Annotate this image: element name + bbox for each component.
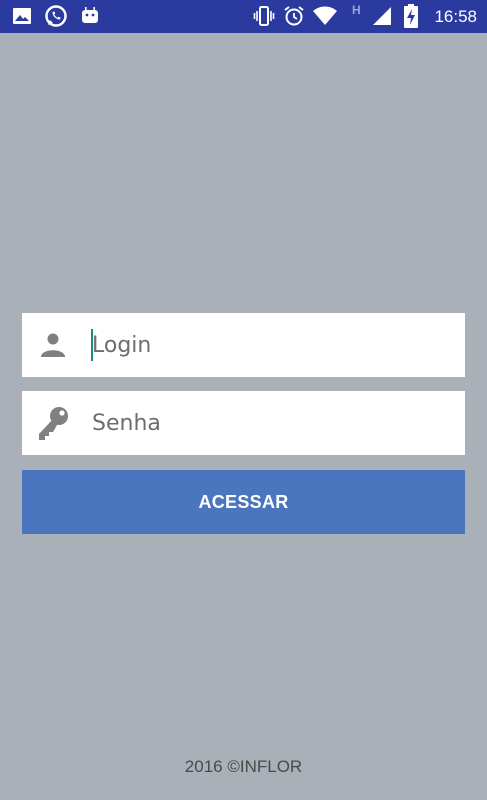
alarm-icon — [283, 5, 305, 32]
person-icon — [35, 327, 71, 363]
vibrate-icon — [253, 5, 275, 32]
password-input[interactable] — [92, 391, 452, 455]
key-icon — [35, 404, 71, 440]
password-field[interactable] — [22, 391, 465, 455]
login-field[interactable] — [22, 313, 465, 377]
wifi-icon — [312, 6, 338, 31]
status-bar: H 16:58 — [0, 0, 487, 33]
login-input[interactable] — [92, 313, 452, 377]
whatsapp-icon — [44, 4, 68, 33]
android-icon — [80, 6, 100, 31]
battery-charging-icon — [404, 4, 418, 33]
gallery-icon — [12, 6, 32, 31]
clock: 16:58 — [434, 7, 477, 26]
network-type-label: H — [352, 3, 361, 17]
signal-icon — [372, 6, 392, 31]
footer-copyright: 2016 ©INFLOR — [184, 757, 303, 776]
acessar-button[interactable]: ACESSAR — [22, 470, 465, 534]
